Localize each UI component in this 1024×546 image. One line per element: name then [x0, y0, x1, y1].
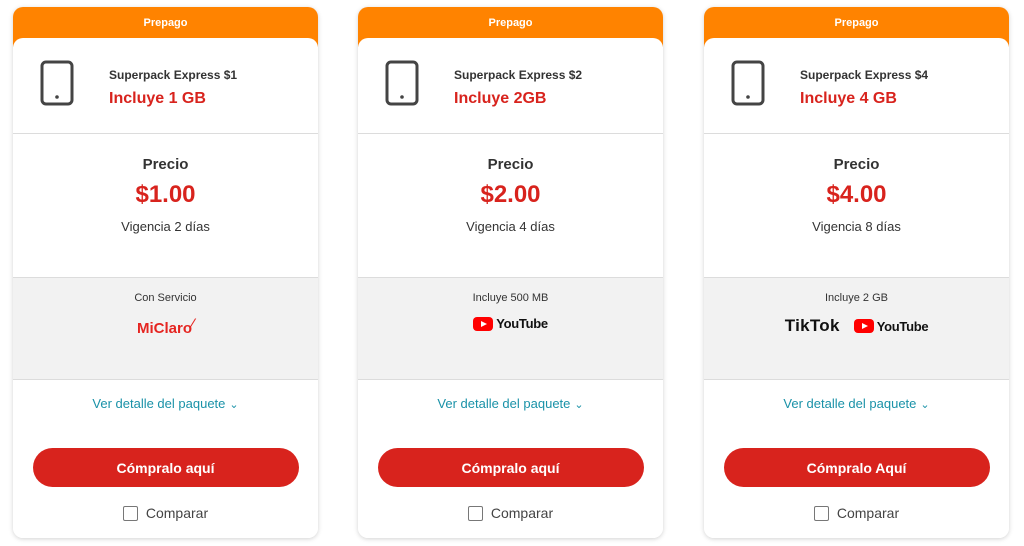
view-details-link[interactable]: Ver detalle del paquete ⌄ [13, 380, 318, 428]
plan-data-amount: Incluye 4 GB [800, 90, 897, 107]
compare-label: Comparar [836, 505, 900, 521]
plan-cards: Prepago Superpack Express $1 Incluye 1 G… [0, 0, 1024, 546]
extras-section: Incluye 500 MB YouTube [358, 278, 663, 380]
extras-section: Incluye 2 GB TikTok YouTube [704, 278, 1009, 380]
phone-icon [40, 60, 74, 106]
chevron-down-icon: ⌄ [229, 399, 239, 411]
plan-name: Superpack Express $2 [454, 68, 583, 82]
validity-text: Vigencia 4 días [466, 219, 555, 234]
tiktok-logo: TikTok [784, 316, 840, 335]
app-logos: YouTube [358, 316, 663, 331]
youtube-logo: YouTube [473, 316, 548, 331]
card-body: Superpack Express $2 Incluye 2GB Precio … [358, 38, 663, 538]
price-label: Precio [142, 156, 189, 173]
price-section: Precio $2.00 Vigencia 4 días [358, 134, 663, 278]
compare-option[interactable]: Comparar [704, 505, 1009, 521]
compare-checkbox[interactable] [122, 505, 138, 521]
plan-data-amount: Incluye 1 GB [109, 90, 206, 107]
compare-option[interactable]: Comparar [358, 505, 663, 521]
extras-label: Incluye 500 MB [472, 292, 549, 304]
plan-card: Prepago Superpack Express $4 Incluye 4 G… [704, 7, 1009, 538]
compare-checkbox[interactable] [467, 505, 483, 521]
card-body: Superpack Express $4 Incluye 4 GB Precio… [704, 38, 1009, 538]
phone-icon [731, 60, 765, 106]
plan-card: Prepago Superpack Express $2 Incluye 2GB… [358, 7, 663, 538]
price-value: $1.00 [135, 181, 196, 208]
price-section: Precio $1.00 Vigencia 2 días [13, 134, 318, 278]
buy-button[interactable]: Cómpralo Aquí [723, 448, 990, 487]
view-details-link[interactable]: Ver detalle del paquete ⌄ [358, 380, 663, 428]
card-header: Superpack Express $4 Incluye 4 GB [704, 38, 1009, 134]
card-header: Superpack Express $1 Incluye 1 GB [13, 38, 318, 134]
compare-label: Comparar [490, 505, 554, 521]
youtube-wordmark: YouTube [496, 316, 548, 331]
youtube-logo: YouTube [853, 318, 929, 334]
plan-name: Superpack Express $4 [800, 68, 929, 82]
view-details-label: Ver detalle del paquete [437, 396, 571, 411]
plan-data-amount: Incluye 2GB [454, 90, 547, 107]
buy-button[interactable]: Cómpralo aquí [377, 448, 644, 487]
youtube-play-icon [473, 316, 494, 331]
view-details-label: Ver detalle del paquete [783, 396, 917, 411]
card-body: Superpack Express $1 Incluye 1 GB Precio… [13, 38, 318, 538]
compare-label: Comparar [145, 505, 209, 521]
phone-icon [385, 60, 419, 106]
extras-label: Con Servicio [134, 292, 197, 304]
youtube-wordmark: YouTube [876, 318, 929, 334]
price-label: Precio [487, 156, 534, 173]
compare-checkbox[interactable] [813, 505, 829, 521]
chevron-down-icon: ⌄ [574, 399, 584, 411]
price-value: $4.00 [826, 181, 887, 208]
price-section: Precio $4.00 Vigencia 8 días [704, 134, 1009, 278]
price-label: Precio [833, 156, 880, 173]
compare-option[interactable]: Comparar [13, 505, 318, 521]
app-logos: MiClaro⁄ [13, 316, 318, 337]
chevron-down-icon: ⌄ [920, 399, 930, 411]
extras-label: Incluye 2 GB [825, 292, 888, 304]
plan-name: Superpack Express $1 [109, 68, 238, 82]
app-logos: TikTok YouTube [704, 316, 1009, 336]
youtube-play-icon [853, 319, 874, 333]
view-details-label: Ver detalle del paquete [92, 396, 226, 411]
card-header: Superpack Express $2 Incluye 2GB [358, 38, 663, 134]
price-value: $2.00 [480, 181, 541, 208]
plan-card: Prepago Superpack Express $1 Incluye 1 G… [13, 7, 318, 538]
miclaro-logo: MiClaro⁄ [136, 316, 195, 337]
validity-text: Vigencia 2 días [121, 219, 210, 234]
view-details-link[interactable]: Ver detalle del paquete ⌄ [704, 380, 1009, 428]
buy-button[interactable]: Cómpralo aquí [32, 448, 299, 487]
validity-text: Vigencia 8 días [812, 219, 901, 234]
extras-section: Con Servicio MiClaro⁄ [13, 278, 318, 380]
